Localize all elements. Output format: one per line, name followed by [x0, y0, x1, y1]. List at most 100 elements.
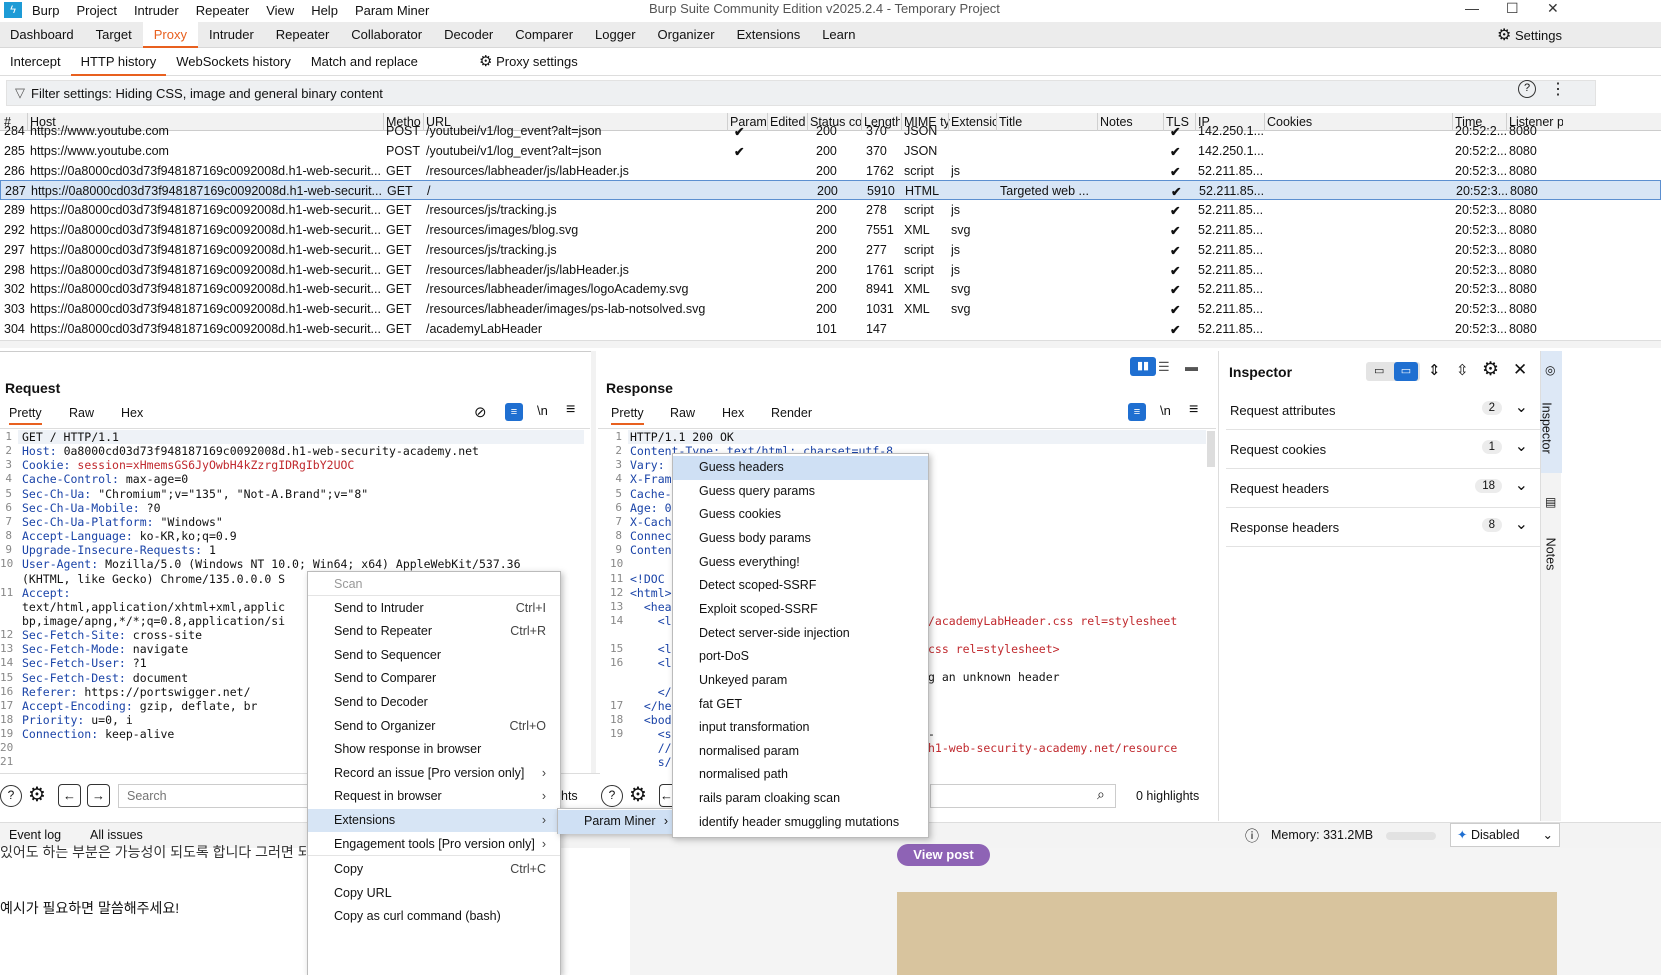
menu-item[interactable]: View: [266, 3, 294, 18]
maximize-icon[interactable]: ☐: [1506, 0, 1519, 17]
context-menu-item[interactable]: Send to Repeater Ctrl+R: [308, 620, 560, 643]
wrap-lines-icon[interactable]: ≡: [505, 403, 523, 421]
param-miner-item[interactable]: Guess everything!: [673, 551, 928, 575]
param-miner-item[interactable]: fat GET: [673, 693, 928, 717]
tab-logger[interactable]: Logger: [584, 22, 646, 48]
context-menu-item[interactable]: Request in browser ›: [308, 785, 560, 808]
menu-icon[interactable]: ≡: [566, 401, 575, 419]
gear-icon[interactable]: ⚙: [1482, 358, 1499, 381]
close-icon[interactable]: ✕: [1547, 0, 1559, 17]
request-tab-pretty[interactable]: Pretty: [9, 406, 42, 425]
inspector-section[interactable]: Request cookies 1 ⌄: [1226, 431, 1542, 469]
layout-columns-icon[interactable]: ▮▮: [1130, 357, 1156, 376]
layout-right-icon[interactable]: ▭: [1394, 362, 1418, 381]
layout-single-icon[interactable]: ▬: [1185, 359, 1198, 374]
expand-all-icon[interactable]: ⇕: [1428, 361, 1441, 379]
param-miner-item[interactable]: identify header smuggling mutations: [673, 811, 928, 835]
context-menu-item[interactable]: Copy as curl command (bash): [308, 905, 560, 928]
param-miner-item[interactable]: rails param cloaking scan: [673, 787, 928, 811]
param-miner-item[interactable]: Guess cookies: [673, 503, 928, 527]
param-miner-item[interactable]: Guess query params: [673, 480, 928, 504]
hide-icon[interactable]: ⊘: [474, 403, 487, 421]
filter-bar[interactable]: ▽ Filter settings: Hiding CSS, image and…: [6, 80, 1596, 106]
inspector-section[interactable]: Request attributes 2 ⌄: [1226, 392, 1542, 430]
minimize-icon[interactable]: —: [1465, 0, 1479, 16]
table-row[interactable]: 292 https://0a8000cd03d73f948187169c00920…: [0, 220, 1661, 240]
search-icon[interactable]: ⌕: [1097, 786, 1105, 803]
proxy-settings-button[interactable]: ⚙ Proxy settings: [479, 52, 578, 70]
menu-icon[interactable]: ≡: [1189, 401, 1198, 419]
context-menu-item[interactable]: Send to Comparer: [308, 667, 560, 690]
context-menu-item[interactable]: Send to Sequencer: [308, 644, 560, 667]
menu-item[interactable]: Burp: [32, 3, 59, 18]
param-miner-item[interactable]: input transformation: [673, 716, 928, 740]
tab-repeater[interactable]: Repeater: [265, 22, 340, 48]
gear-icon[interactable]: ⚙: [28, 782, 46, 807]
view-post-button[interactable]: View post: [897, 844, 990, 866]
tab-intruder[interactable]: Intruder: [198, 22, 265, 48]
horizontal-scrollbar[interactable]: [0, 340, 1661, 348]
menu-item[interactable]: Param Miner: [355, 3, 429, 18]
more-options-icon[interactable]: ⋮: [1550, 79, 1566, 99]
request-search-input[interactable]: [118, 784, 313, 808]
context-menu-item[interactable]: Copy URL: [308, 882, 560, 905]
forward-arrow-icon[interactable]: →: [87, 784, 110, 807]
table-row[interactable]: 284 https://www.youtube.com POST/youtubei/…: [0, 121, 1661, 141]
gear-icon[interactable]: ⚙: [629, 782, 647, 807]
context-menu-item[interactable]: Extensions ›: [308, 809, 560, 832]
param-miner-item[interactable]: normalised param: [673, 740, 928, 764]
response-tab-raw[interactable]: Raw: [670, 406, 695, 420]
subtab-intercept[interactable]: Intercept: [0, 48, 71, 76]
response-search-input[interactable]: [930, 784, 1116, 808]
subtab-match-and-replace[interactable]: Match and replace: [301, 48, 428, 76]
param-miner-item[interactable]: port-DoS: [673, 645, 928, 669]
back-arrow-icon[interactable]: ←: [659, 784, 673, 807]
table-row[interactable]: 297 https://0a8000cd03d73f948187169c00920…: [0, 240, 1661, 260]
table-row[interactable]: 285 https://www.youtube.com POST/youtubei/…: [0, 141, 1661, 161]
context-menu-item[interactable]: Record an issue [Pro version only] ›: [308, 762, 560, 785]
tab-learn[interactable]: Learn: [811, 22, 866, 48]
tab-dashboard[interactable]: Dashboard: [0, 22, 85, 48]
table-row[interactable]: 286 https://0a8000cd03d73f948187169c00920…: [0, 161, 1661, 181]
vertical-scrollbar[interactable]: [1207, 431, 1215, 467]
inspector-section[interactable]: Request headers 18 ⌄: [1226, 470, 1542, 508]
context-menu-item[interactable]: Send to Organizer Ctrl+O: [308, 715, 560, 738]
wrap-lines-icon[interactable]: ≡: [1128, 403, 1146, 421]
inspector-side-tab[interactable]: ◎ Inspector: [1540, 351, 1562, 473]
newline-icon[interactable]: \n: [1160, 403, 1171, 418]
response-tab-pretty[interactable]: Pretty: [611, 406, 644, 425]
param-miner-item[interactable]: normalised path: [673, 763, 928, 787]
inspector-section[interactable]: Response headers 8 ⌄: [1226, 509, 1542, 547]
help-icon[interactable]: ?: [601, 785, 623, 807]
help-icon[interactable]: ?: [0, 785, 22, 807]
menu-item[interactable]: Help: [311, 3, 338, 18]
response-tab-render[interactable]: Render: [771, 406, 812, 420]
tab-extensions[interactable]: Extensions: [726, 22, 812, 48]
subtab-websockets-history[interactable]: WebSockets history: [166, 48, 301, 76]
param-miner-item[interactable]: Unkeyed param: [673, 669, 928, 693]
context-menu-item[interactable]: Copy Ctrl+C: [308, 858, 560, 881]
context-menu-item[interactable]: Send to Intruder Ctrl+I: [308, 597, 560, 620]
notes-side-tab[interactable]: ▤ Notes: [1541, 489, 1562, 579]
param-miner-item[interactable]: Exploit scoped-SSRF: [673, 598, 928, 622]
response-tab-hex[interactable]: Hex: [722, 406, 744, 420]
param-miner-item[interactable]: Guess body params: [673, 527, 928, 551]
layout-left-icon[interactable]: ▭: [1374, 364, 1384, 377]
settings-button[interactable]: ⚙ Settings: [1497, 25, 1562, 45]
subtab-http-history[interactable]: HTTP history: [70, 48, 167, 76]
context-menu-item[interactable]: Scan: [308, 573, 560, 596]
tab-organizer[interactable]: Organizer: [647, 22, 726, 48]
back-arrow-icon[interactable]: ←: [58, 784, 81, 807]
context-menu-item[interactable]: Engagement tools [Pro version only] ›: [308, 833, 560, 856]
request-tab-raw[interactable]: Raw: [69, 406, 94, 420]
tab-collaborator[interactable]: Collaborator: [340, 22, 433, 48]
request-tab-hex[interactable]: Hex: [121, 406, 143, 420]
param-miner-item[interactable]: Guess headers: [673, 456, 928, 480]
tab-decoder[interactable]: Decoder: [433, 22, 504, 48]
tab-comparer[interactable]: Comparer: [504, 22, 584, 48]
tab-proxy[interactable]: Proxy: [142, 21, 198, 48]
context-menu-item[interactable]: Send to Decoder: [308, 691, 560, 714]
all-issues-tab[interactable]: All issues: [90, 828, 143, 842]
inspector-layout-toggle[interactable]: ▭ ▭: [1366, 362, 1420, 381]
param-miner-menu-item[interactable]: Param Miner ›: [558, 810, 674, 834]
